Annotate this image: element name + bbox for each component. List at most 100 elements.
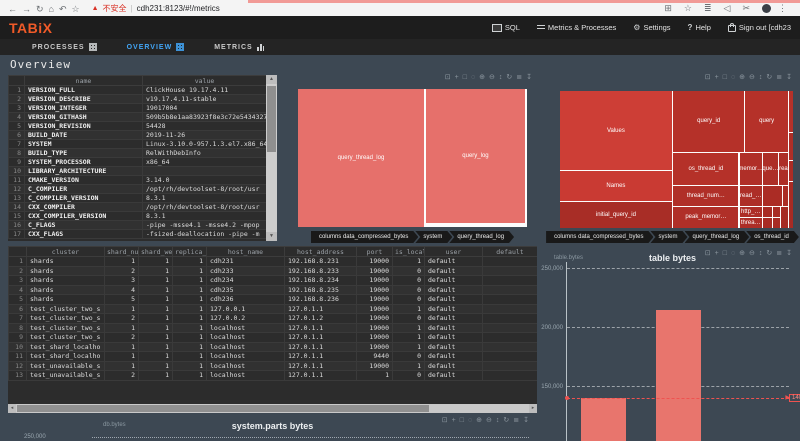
bookmark-icon[interactable]: ☆ [72, 4, 80, 14]
extensions-icon[interactable]: ≣ [704, 3, 712, 13]
column-header[interactable]: default [482, 246, 537, 257]
pan-icon[interactable]: + [715, 74, 719, 81]
reset-axes-icon[interactable]: ↻ [503, 417, 509, 424]
treemap-block[interactable]: thread_num… [673, 185, 739, 207]
table-row[interactable]: 8 BUILD_TYPE RelWithDebInfo [8, 148, 267, 158]
url-text[interactable]: cdh231:8123/#!/metrics [137, 4, 220, 13]
treemap-block[interactable] [762, 217, 773, 228]
back-icon[interactable]: ← [8, 4, 17, 14]
treemap-block[interactable]: Names [560, 171, 672, 202]
treemap-block[interactable]: threa… [739, 217, 762, 228]
table-row[interactable]: 1 VERSION_FULL ClickHouse 19.17.4.11 [8, 85, 267, 95]
treemap-block[interactable]: query [745, 91, 788, 152]
scrollbar-thumb[interactable] [17, 405, 429, 412]
scroll-down-icon[interactable]: ▼ [266, 232, 277, 241]
box-zoom-icon[interactable]: ⊡ [442, 417, 448, 424]
scroll-up-icon[interactable]: ▲ [266, 75, 277, 84]
treemap-block[interactable]: query_id [673, 91, 745, 152]
zoom-out-icon[interactable]: ⊖ [749, 250, 755, 257]
column-header[interactable]: shard_nu [104, 246, 139, 257]
table-row[interactable]: 12 test_unavailable_s 1 1 1 localhost 127.0.1.… [8, 360, 537, 371]
sound-icon[interactable]: ◁ [724, 3, 731, 13]
tab-metrics[interactable]: METRICS [214, 43, 264, 51]
treemap-block[interactable] [772, 206, 780, 218]
column-header[interactable]: host_address [284, 246, 357, 257]
box-select-icon[interactable]: □ [460, 417, 464, 424]
breadcrumb-item[interactable]: system [650, 231, 687, 243]
box-zoom-icon[interactable]: ⊡ [445, 74, 451, 81]
box-zoom-icon[interactable]: ⊡ [705, 250, 711, 257]
menu-icon[interactable]: ⋮ [778, 3, 787, 13]
table-row[interactable]: 12 C_COMPILER/opt/rh/devtoolset-8/root/us… [8, 184, 267, 194]
reload-icon[interactable]: ↻ [36, 4, 44, 14]
zoom-out-icon[interactable]: ⊖ [489, 74, 495, 81]
treemap-block[interactable] [788, 182, 793, 228]
download-icon[interactable]: ↧ [523, 417, 529, 424]
menu-settings[interactable]: ⚙ Settings [633, 23, 670, 32]
box-select-icon[interactable]: □ [723, 74, 727, 81]
table-row[interactable]: 10 LIBRARY_ARCHITECTURE [8, 166, 267, 176]
pan-icon[interactable]: + [455, 74, 459, 81]
table-row[interactable]: 4 VERSION_GITHASH 509b5b8e1aa83923f8e3c72e… [8, 112, 267, 122]
breadcrumb-item[interactable]: columns data_compressed_bytes [311, 231, 418, 243]
treemap-block[interactable] [762, 185, 775, 207]
table-row[interactable]: 13 test_unavailable_s 2 1 1 localhost 127.0.1.… [8, 370, 537, 381]
tab-processes[interactable]: PROCESSES [32, 43, 97, 51]
treemap-block[interactable] [772, 217, 780, 228]
pan-icon[interactable]: + [715, 250, 719, 257]
treemap-block[interactable]: peak_memor… [673, 206, 739, 228]
column-header[interactable]: user [424, 246, 483, 257]
table-row[interactable]: 5 shards 5 1 1 cdh236 192.168.8.236 19000 0 defau… [8, 294, 537, 305]
spike-lines-icon[interactable]: ≣ [776, 250, 782, 257]
reset-axes-icon[interactable]: ↻ [766, 74, 772, 81]
forward-icon[interactable]: → [22, 4, 31, 14]
table-row[interactable]: 5 VERSION_REVISION 54428 [8, 121, 267, 131]
table-row[interactable]: 11 CMAKE_VERSION 3.14.0 [8, 175, 267, 185]
autoscale-icon[interactable]: ↕ [496, 417, 500, 424]
reset-axes-icon[interactable]: ↻ [766, 250, 772, 257]
treemap-block[interactable]: http_… [739, 206, 762, 218]
star-icon[interactable]: ☆ [684, 3, 692, 13]
table-row[interactable]: 1 shards 1 1 1 cdh231 192.168.8.231 19000 1 defau… [8, 256, 537, 267]
spike-lines-icon[interactable]: ≣ [776, 74, 782, 81]
zoom-out-icon[interactable]: ⊖ [486, 417, 492, 424]
table-row[interactable]: 9 SYSTEM_PROCESSOR x86_64 [8, 157, 267, 167]
treemap-block[interactable] [782, 185, 788, 207]
bar[interactable] [656, 310, 701, 441]
reset-axes-icon[interactable]: ↻ [506, 74, 512, 81]
table-row[interactable]: 16 C_FLAGS -pipe -msse4.1 -msse4.2 -mpop [8, 220, 267, 230]
zoom-out-icon[interactable]: ⊖ [749, 74, 755, 81]
autoscale-icon[interactable]: ↕ [759, 74, 763, 81]
scroll-right-icon[interactable]: ▸ [529, 404, 537, 413]
table-row[interactable]: 6 BUILD_DATE 2019-11-26 [8, 130, 267, 140]
spike-lines-icon[interactable]: ≣ [516, 74, 522, 81]
snip-icon[interactable]: ✂ [742, 3, 750, 13]
treemap-block[interactable] [762, 206, 773, 218]
breadcrumb-item[interactable]: os_thread_id [746, 231, 799, 243]
apps-icon[interactable]: ⊞ [664, 3, 672, 13]
download-icon[interactable]: ↧ [786, 74, 792, 81]
treemap-block[interactable]: initial_query_id [560, 201, 672, 228]
menu-metrics-processes[interactable]: Metrics & Processes [536, 23, 616, 32]
autoscale-icon[interactable]: ↕ [499, 74, 503, 81]
lasso-icon[interactable]: ◌ [471, 74, 475, 81]
column-header[interactable]: cluster [26, 246, 105, 257]
column-header[interactable]: name [24, 75, 143, 86]
table-row[interactable]: 2 VERSION_DESCRIBE v19.17.4.11-stable [8, 94, 267, 104]
table-row[interactable]: 7 SYSTEM Linux-3.10.0-957.1.3.el7.x86_64 [8, 139, 267, 149]
menu-sql[interactable]: SQL [491, 23, 520, 32]
breadcrumb-item[interactable]: system [415, 231, 452, 243]
lasso-icon[interactable]: ◌ [731, 250, 735, 257]
table-row[interactable]: 4 shards 4 1 1 cdh235 192.168.8.235 19000 0 defau… [8, 284, 537, 295]
column-header[interactable]: is_local [392, 246, 425, 257]
box-select-icon[interactable]: □ [463, 74, 467, 81]
zoom-in-icon[interactable]: ⊕ [739, 250, 745, 257]
treemap-block[interactable] [780, 206, 788, 228]
table-row[interactable]: 3 shards 3 1 1 cdh234 192.168.8.234 19000 0 defau… [8, 275, 537, 286]
lasso-icon[interactable]: ◌ [731, 74, 735, 81]
zoom-in-icon[interactable]: ⊕ [739, 74, 745, 81]
column-header[interactable]: shard_we [138, 246, 173, 257]
lasso-icon[interactable]: ◌ [468, 417, 472, 424]
box-zoom-icon[interactable]: ⊡ [705, 74, 711, 81]
scrollbar-thumb[interactable] [267, 86, 276, 152]
